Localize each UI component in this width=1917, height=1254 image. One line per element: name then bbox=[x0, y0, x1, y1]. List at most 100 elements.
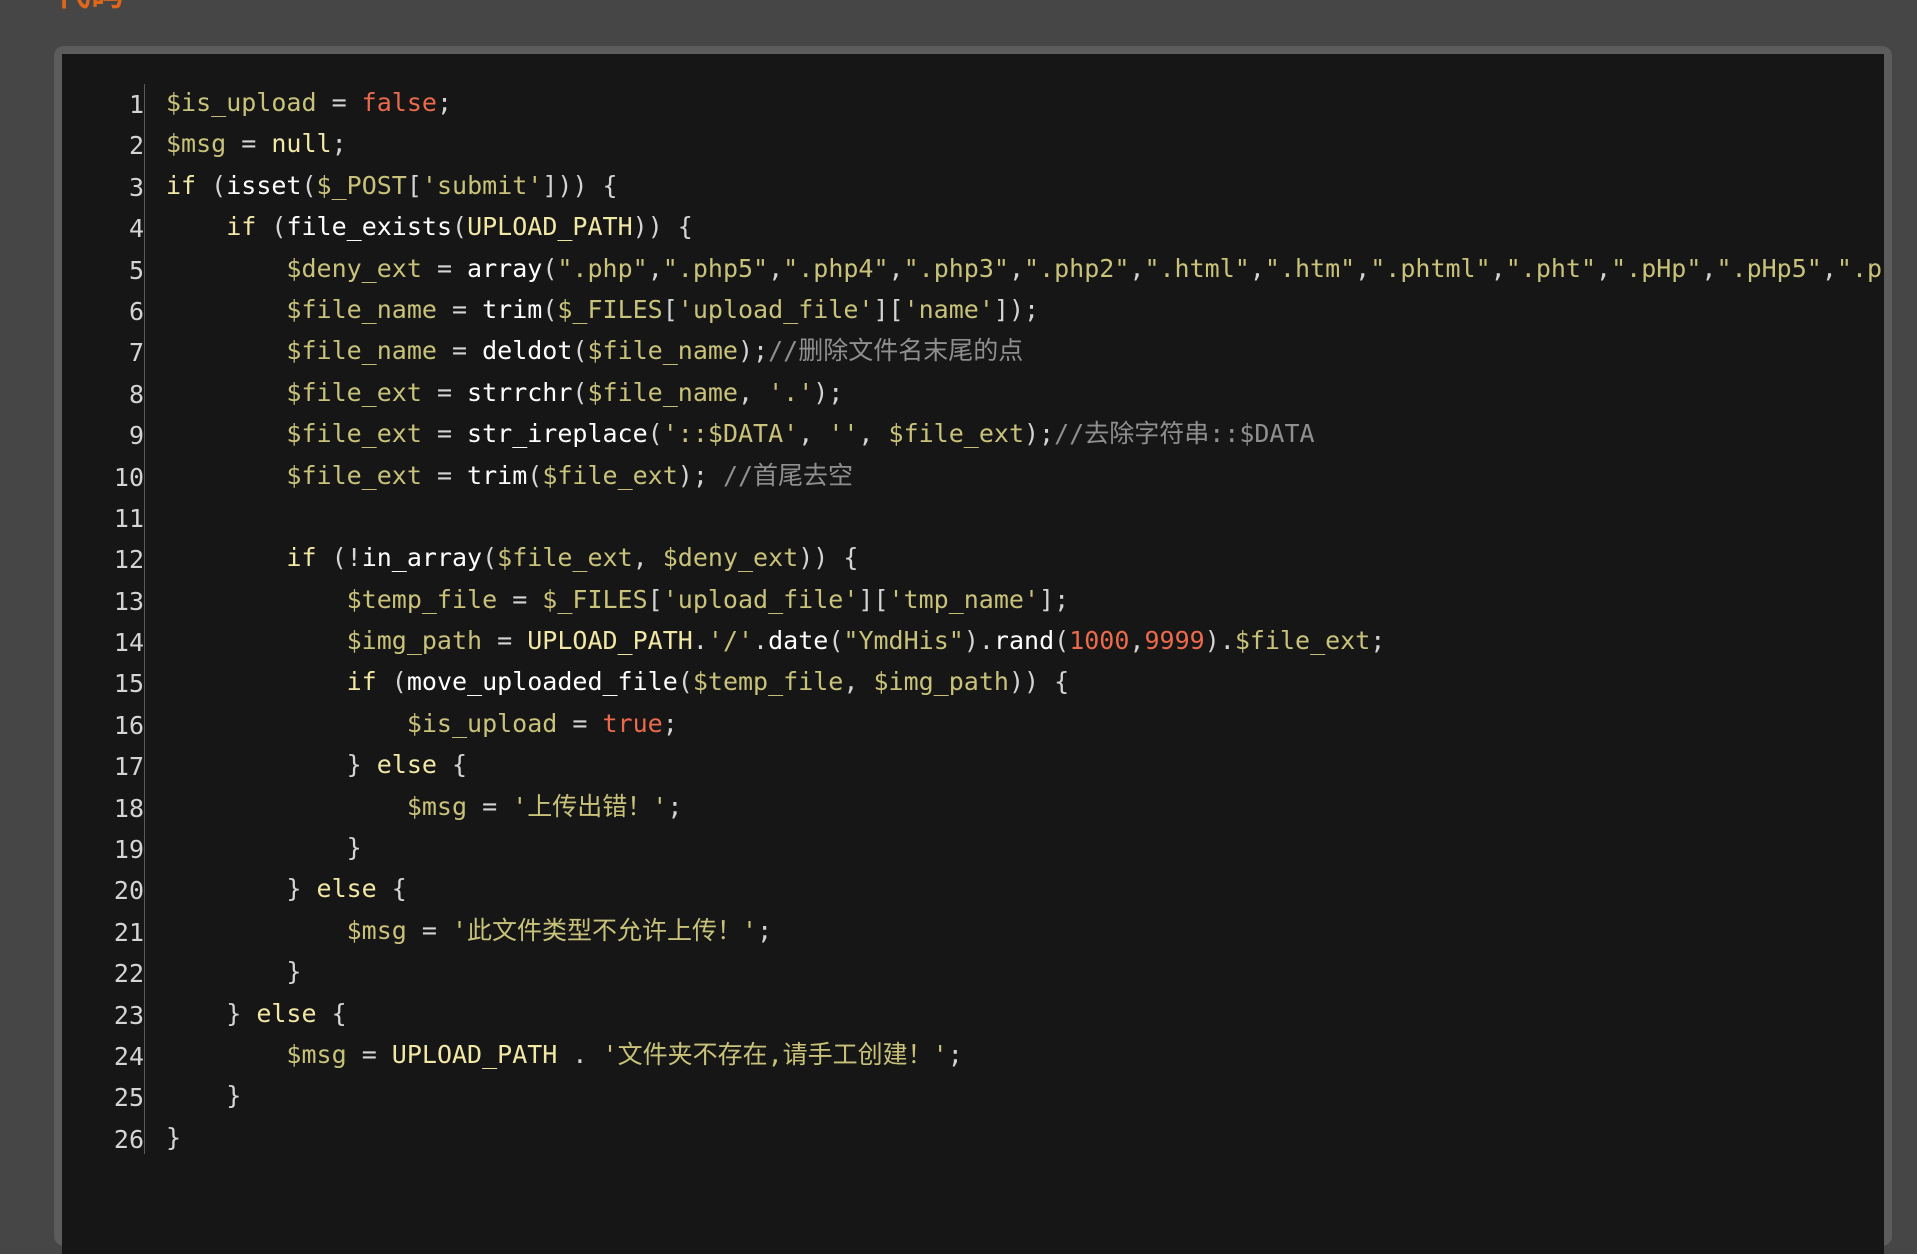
code-token: false bbox=[361, 88, 437, 117]
code-token: { bbox=[316, 998, 347, 1028]
code-token: , bbox=[1596, 253, 1612, 283]
code-line: } else { bbox=[166, 993, 1884, 1034]
code-token: ".pHp" bbox=[1611, 253, 1702, 283]
code-token: else bbox=[256, 998, 317, 1028]
code-token: else bbox=[316, 874, 377, 904]
code-token: date bbox=[768, 626, 829, 656]
code-line: } bbox=[166, 1075, 1884, 1116]
code-token: $_FILES bbox=[557, 294, 663, 324]
code-line: if (move_uploaded_file($temp_file, $img_… bbox=[166, 661, 1884, 702]
code-token: ; bbox=[757, 915, 773, 945]
code-token: } bbox=[166, 833, 362, 863]
code-line: $file_ext = strrchr($file_name, '.'); bbox=[166, 372, 1884, 413]
code-token: trim bbox=[467, 460, 528, 490]
code-line: if (file_exists(UPLOAD_PATH)) { bbox=[166, 206, 1884, 247]
code-token: deldot bbox=[482, 336, 573, 366]
code-token: ( bbox=[527, 460, 543, 490]
code-token: ; bbox=[436, 88, 452, 117]
code-token: trim bbox=[482, 294, 543, 324]
code-block: 1 2 3 4 5 6 7 8 9 10 11 12 13 14 15 16 17 18 19 20 21 22 23 24 2… bbox=[62, 54, 1884, 1254]
code-token: str_ireplace bbox=[467, 419, 648, 449]
code-token: //删除文件名末尾的点 bbox=[768, 336, 1024, 366]
line-number: 25 bbox=[113, 1083, 144, 1113]
code-token: ][ bbox=[873, 294, 904, 324]
code-token: $file_name bbox=[587, 336, 738, 366]
code-token: $temp_file bbox=[692, 667, 844, 697]
code-token: . bbox=[692, 626, 708, 656]
code-token: $file_ext bbox=[286, 419, 422, 449]
code-token: = bbox=[421, 419, 468, 449]
code-token: = bbox=[406, 915, 452, 945]
code-token: $is_upload bbox=[406, 708, 558, 738]
code-token: ; bbox=[662, 708, 678, 738]
line-number: 3 bbox=[128, 172, 144, 202]
code-token: ( bbox=[647, 419, 663, 449]
code-token: = bbox=[497, 584, 543, 614]
code-token: ".php3" bbox=[903, 253, 1009, 283]
code-token: ( bbox=[1054, 626, 1070, 656]
code-token: } bbox=[166, 750, 377, 780]
code-token: , bbox=[1129, 253, 1145, 283]
code-token: $temp_file bbox=[346, 584, 498, 614]
code-token: $file_ext bbox=[286, 377, 422, 407]
code-token: '此文件类型不允许上传！' bbox=[452, 915, 758, 945]
code-line: $is_upload = true; bbox=[166, 703, 1884, 744]
code-line: $msg = UPLOAD_PATH . '文件夹不存在,请手工创建！'; bbox=[166, 1034, 1884, 1075]
code-token: $file_name bbox=[286, 336, 437, 366]
code-token: ".pht" bbox=[1505, 253, 1597, 283]
line-number: 17 bbox=[113, 752, 144, 782]
line-number: 6 bbox=[128, 296, 144, 326]
line-number: 10 bbox=[113, 462, 144, 492]
code-line: $file_name = deldot($file_name);//删除文件名末… bbox=[166, 330, 1884, 371]
code-token: 'upload_file' bbox=[677, 294, 874, 324]
code-token: //首尾去空 bbox=[722, 460, 854, 490]
code-token: = bbox=[436, 336, 483, 366]
line-number: 12 bbox=[113, 545, 144, 575]
code-token: isset bbox=[226, 170, 302, 200]
code-token: , bbox=[647, 253, 663, 283]
code-token: $msg bbox=[406, 791, 468, 821]
code-token: strrchr bbox=[467, 377, 573, 407]
code-token: ( bbox=[572, 377, 588, 407]
code-token: $file_name bbox=[286, 294, 437, 324]
code-line: $deny_ext = array(".php",".php5",".php4"… bbox=[166, 248, 1884, 289]
code-token: UPLOAD_PATH bbox=[467, 212, 633, 242]
code-token: , bbox=[1490, 253, 1506, 283]
line-number: 13 bbox=[113, 586, 144, 616]
code-token: ][ bbox=[858, 584, 889, 614]
code-token: ). bbox=[963, 626, 994, 656]
code-token: , bbox=[1008, 253, 1025, 283]
code-token: ( bbox=[482, 543, 498, 573]
code-token: if bbox=[166, 170, 197, 200]
code-token: = bbox=[226, 129, 272, 159]
code-token: 1000 bbox=[1069, 626, 1130, 656]
line-number: 23 bbox=[113, 1000, 144, 1030]
line-number: 26 bbox=[113, 1124, 144, 1154]
line-number: 21 bbox=[113, 917, 144, 947]
code-token: = bbox=[467, 791, 513, 821]
code-lines: $is_upload = false; $msg = null; if (isset… bbox=[166, 82, 1884, 1158]
code-token: $_FILES bbox=[542, 584, 648, 614]
code-token: "YmdHis" bbox=[843, 626, 964, 656]
code-token: if bbox=[226, 212, 257, 242]
code-token: } bbox=[166, 1122, 182, 1152]
code-token: , bbox=[1355, 253, 1371, 283]
line-number: 15 bbox=[113, 669, 144, 699]
code-token: $file_ext bbox=[497, 543, 633, 573]
code-token: 'name' bbox=[903, 294, 994, 324]
code-token: ( bbox=[196, 170, 227, 200]
code-token: ( bbox=[542, 294, 558, 324]
code-token: ( bbox=[572, 336, 588, 366]
code-token: = bbox=[421, 377, 468, 407]
code-line: $temp_file = $_FILES['upload_file']['tmp… bbox=[166, 579, 1884, 620]
code-line: $is_upload = false; bbox=[166, 82, 1884, 123]
code-line: $msg = null; bbox=[166, 123, 1884, 164]
code-token: $img_path bbox=[873, 667, 1009, 697]
line-number: 5 bbox=[128, 255, 144, 285]
